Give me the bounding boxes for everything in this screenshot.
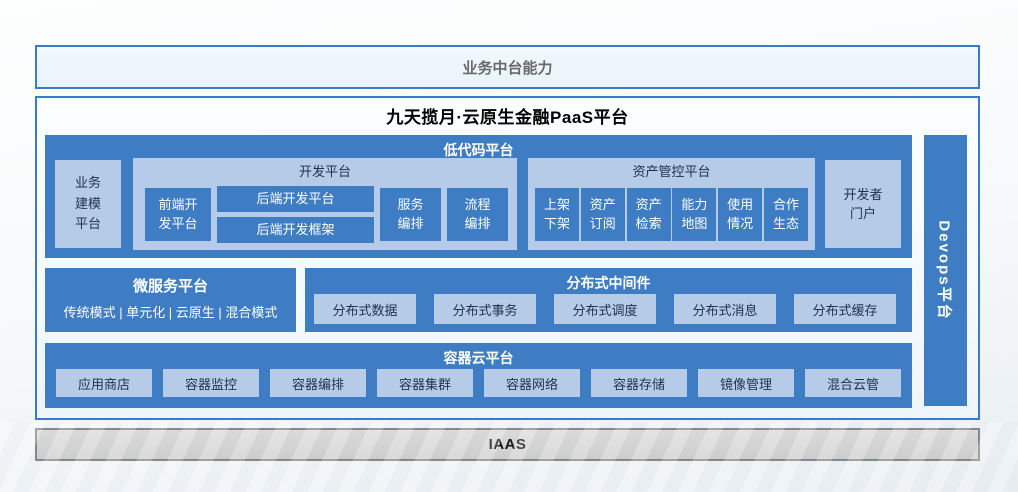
asset-control-items-row: 上架下架 资产订阅 资产检索 能力地图 使用情况 合作生态 bbox=[535, 188, 808, 241]
iaas-label: IAAS bbox=[489, 436, 527, 453]
container-cloud-items-row: 应用商店 容器监控 容器编排 容器集群 容器网络 容器存储 镜像管理 混合云管 bbox=[56, 369, 901, 397]
backend-dev-platform-box: 后端开发平台 bbox=[217, 186, 374, 212]
iaas-bar: IAAS bbox=[35, 428, 980, 461]
container-monitoring-box: 容器监控 bbox=[163, 369, 259, 397]
microservice-platform-section: 微服务平台 传统模式 | 单元化 | 云原生 | 混合模式 bbox=[45, 268, 296, 332]
developer-portal-box: 开发者门户 bbox=[825, 160, 901, 248]
platform-title: 九天揽月·云原生金融PaaS平台 bbox=[37, 103, 978, 128]
distributed-data-box: 分布式数据 bbox=[314, 294, 416, 324]
dev-platform-group: 开发平台 前端开发平台 后端开发平台 后端开发框架 服务编排 流程编排 bbox=[133, 158, 517, 250]
microservice-platform-title: 微服务平台 bbox=[45, 275, 296, 296]
distributed-middleware-section: 分布式中间件 分布式数据 分布式事务 分布式调度 分布式消息 分布式缓存 bbox=[305, 268, 912, 332]
asset-control-platform-group: 资产管控平台 上架下架 资产订阅 资产检索 能力地图 使用情况 合作生态 bbox=[528, 158, 815, 250]
usage-status-box: 使用情况 bbox=[718, 188, 762, 241]
container-cluster-box: 容器集群 bbox=[377, 369, 473, 397]
container-network-box: 容器网络 bbox=[484, 369, 580, 397]
asset-search-box: 资产检索 bbox=[627, 188, 671, 241]
asset-control-platform-title: 资产管控平台 bbox=[528, 161, 815, 180]
distributed-scheduling-box: 分布式调度 bbox=[554, 294, 656, 324]
container-cloud-platform-title: 容器云平台 bbox=[45, 343, 912, 368]
service-orchestration-box: 服务编排 bbox=[380, 188, 441, 241]
hybrid-cloud-management-box: 混合云管 bbox=[805, 369, 901, 397]
dev-platform-title: 开发平台 bbox=[133, 161, 517, 180]
distributed-middleware-title: 分布式中间件 bbox=[305, 268, 912, 293]
paas-platform-panel: 九天揽月·云原生金融PaaS平台 低代码平台 业务建模平台 开发平台 前端开发平… bbox=[35, 96, 980, 420]
business-midplatform-label: 业务中台能力 bbox=[462, 57, 552, 78]
distributed-transaction-box: 分布式事务 bbox=[434, 294, 536, 324]
backend-dev-framework-box: 后端开发框架 bbox=[217, 217, 374, 243]
cooperation-ecosystem-box: 合作生态 bbox=[764, 188, 808, 241]
lowcode-platform-title: 低代码平台 bbox=[45, 135, 912, 160]
lowcode-platform-section: 低代码平台 业务建模平台 开发平台 前端开发平台 后端开发平台 后端开发框架 服… bbox=[45, 135, 912, 258]
devops-platform-label: Devops平台 bbox=[935, 220, 956, 320]
image-management-box: 镜像管理 bbox=[698, 369, 794, 397]
distributed-messaging-box: 分布式消息 bbox=[674, 294, 776, 324]
asset-subscription-box: 资产订阅 bbox=[581, 188, 625, 241]
business-modeling-platform-box: 业务建模平台 bbox=[55, 160, 121, 248]
container-orchestration-box: 容器编排 bbox=[270, 369, 366, 397]
paas-architecture-diagram: 业务中台能力 九天揽月·云原生金融PaaS平台 低代码平台 业务建模平台 开发平… bbox=[0, 0, 1018, 492]
asset-onoff-shelf-box: 上架下架 bbox=[535, 188, 579, 241]
container-storage-box: 容器存储 bbox=[591, 369, 687, 397]
process-orchestration-box: 流程编排 bbox=[447, 188, 508, 241]
devops-platform-bar: Devops平台 bbox=[924, 135, 967, 406]
middleware-items-row: 分布式数据 分布式事务 分布式调度 分布式消息 分布式缓存 bbox=[314, 294, 896, 325]
frontend-dev-platform-box: 前端开发平台 bbox=[145, 188, 211, 241]
business-midplatform-banner: 业务中台能力 bbox=[35, 45, 980, 89]
container-cloud-platform-section: 容器云平台 应用商店 容器监控 容器编排 容器集群 容器网络 容器存储 镜像管理… bbox=[45, 343, 912, 408]
microservice-modes-subtitle: 传统模式 | 单元化 | 云原生 | 混合模式 bbox=[45, 302, 296, 321]
capability-map-box: 能力地图 bbox=[672, 188, 716, 241]
distributed-cache-box: 分布式缓存 bbox=[794, 294, 896, 324]
app-store-box: 应用商店 bbox=[56, 369, 152, 397]
